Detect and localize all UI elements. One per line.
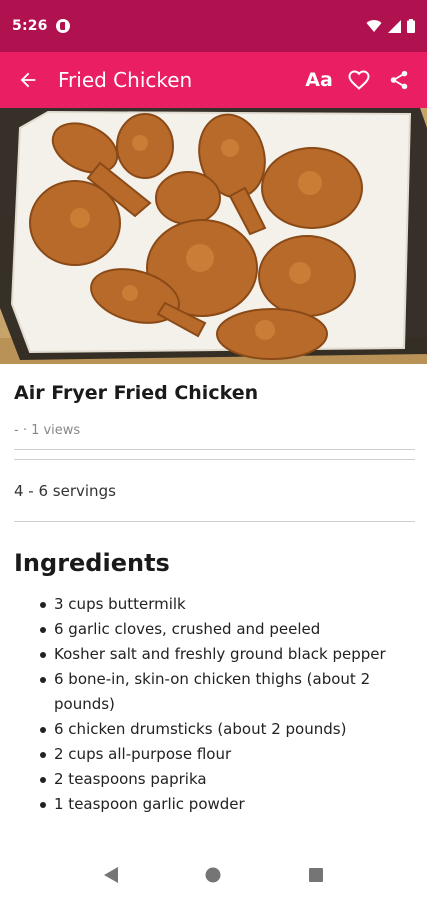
back-arrow-icon — [20, 72, 36, 88]
back-button[interactable] — [0, 52, 56, 108]
app-bar: Fried Chicken Aa — [0, 52, 427, 108]
system-nav-bar — [0, 850, 427, 900]
status-bar: 5:26 — [0, 0, 427, 52]
ingredient-item: 1 teaspoon garlic powder — [40, 792, 413, 817]
recents-square-icon — [308, 868, 323, 882]
servings-text: 4 - 6 servings — [14, 482, 116, 500]
text-size-icon: Aa — [305, 69, 333, 91]
home-circle-icon — [205, 867, 221, 883]
app-notification-icon — [55, 19, 70, 33]
heart-icon — [348, 70, 370, 90]
share-button[interactable] — [379, 52, 419, 108]
app-bar-title: Fried Chicken — [58, 68, 193, 92]
status-icons — [366, 19, 415, 33]
ingredient-item: 6 chicken drumsticks (about 2 pounds) — [40, 717, 413, 742]
favorite-button[interactable] — [339, 52, 379, 108]
back-triangle-icon — [104, 867, 119, 883]
text-size-button[interactable]: Aa — [299, 52, 339, 108]
ingredient-item: 6 bone-in, skin-on chicken thighs (about… — [40, 667, 413, 717]
status-time: 5:26 — [12, 18, 48, 34]
battery-icon — [407, 19, 415, 33]
divider — [14, 521, 415, 522]
nav-recents-button[interactable] — [296, 855, 336, 895]
recipe-hero-image — [0, 108, 427, 364]
ingredient-item: 3 cups buttermilk — [40, 592, 413, 617]
ingredient-item: 2 cups all-purpose flour — [40, 742, 413, 767]
ingredient-item: 2 teaspoons paprika — [40, 767, 413, 792]
ingredients-heading: Ingredients — [14, 549, 170, 577]
share-icon — [390, 70, 408, 90]
divider — [14, 459, 415, 460]
divider — [14, 449, 415, 450]
ingredient-item: Kosher salt and freshly ground black pep… — [40, 642, 413, 667]
ingredients-list: 3 cups buttermilk 6 garlic cloves, crush… — [14, 592, 413, 817]
signal-icon — [388, 19, 401, 33]
fried-chicken-photo — [0, 108, 427, 364]
recipe-title: Air Fryer Fried Chicken — [14, 382, 259, 404]
recipe-content: Air Fryer Fried Chicken - · 1 views 4 - … — [0, 364, 427, 817]
nav-back-button[interactable] — [91, 855, 131, 895]
nav-home-button[interactable] — [193, 855, 233, 895]
wifi-icon — [366, 20, 382, 32]
ingredient-item: 6 garlic cloves, crushed and peeled — [40, 617, 413, 642]
views-count: - · 1 views — [14, 423, 81, 438]
